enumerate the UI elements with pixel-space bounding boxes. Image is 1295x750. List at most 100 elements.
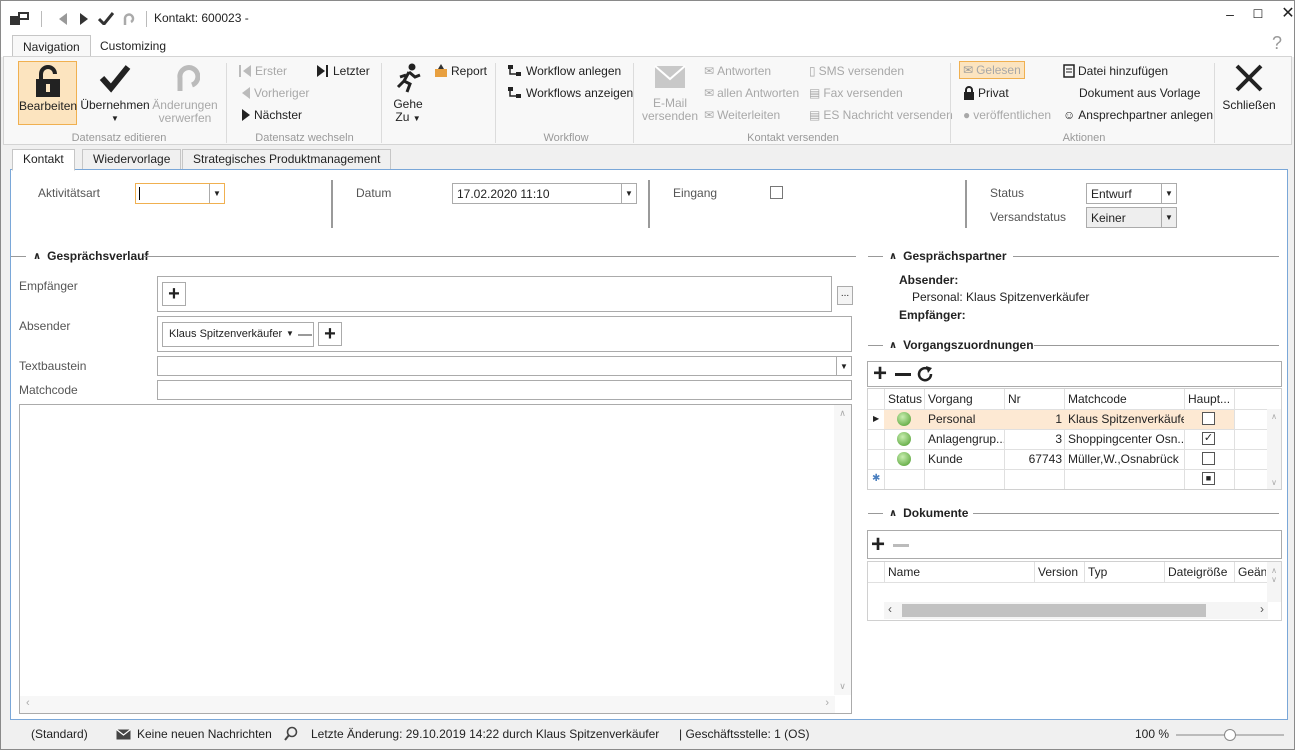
add-absender-button[interactable]: + bbox=[318, 322, 342, 346]
eingang-checkbox[interactable] bbox=[770, 186, 783, 199]
chevron-down-icon[interactable]: ▼ bbox=[209, 184, 224, 203]
scroll-down-icon[interactable]: ∨ bbox=[834, 681, 851, 692]
scroll-up-icon[interactable]: ∧ bbox=[1267, 412, 1281, 421]
vorgangszuordnungen-header[interactable]: ∧ Vorgangszuordnungen bbox=[889, 338, 1034, 352]
scroll-thumb[interactable] bbox=[902, 604, 1206, 617]
gespraechsverlauf-text-editor[interactable]: ∧ ∨ ‹ › bbox=[19, 404, 852, 714]
status-combo[interactable]: Entwurf ▼ bbox=[1086, 183, 1177, 204]
matchcode-input[interactable] bbox=[157, 380, 852, 400]
scroll-right-icon[interactable]: › bbox=[1260, 602, 1264, 616]
cell-vorgang[interactable]: Anlagengrup... bbox=[924, 429, 1004, 449]
report-button[interactable]: Report bbox=[434, 64, 487, 78]
uebernehmen-button[interactable]: Übernehmen ▼ bbox=[80, 63, 150, 125]
remove-absender-icon[interactable] bbox=[298, 334, 312, 336]
dokument-aus-vorlage-button[interactable]: Dokument aus Vorlage bbox=[1079, 86, 1200, 100]
column-header-vorgang[interactable]: Vorgang bbox=[924, 389, 1004, 409]
cell-nr[interactable]: 3 bbox=[1004, 429, 1062, 449]
haupt-checkbox[interactable] bbox=[1202, 412, 1215, 425]
workflow-anlegen-button[interactable]: Workflow anlegen bbox=[507, 64, 621, 78]
empfaenger-browse-button[interactable]: ... bbox=[837, 286, 853, 305]
column-header-dateigroesse[interactable]: Dateigröße bbox=[1164, 562, 1234, 582]
tab-navigation[interactable]: Navigation bbox=[12, 35, 91, 58]
chevron-down-icon[interactable]: ▼ bbox=[286, 329, 294, 338]
letzter-button[interactable]: Letzter bbox=[316, 64, 370, 78]
empfaenger-field[interactable]: + bbox=[157, 276, 832, 312]
scroll-up-icon[interactable]: ∧ bbox=[834, 408, 851, 419]
bearbeiten-button[interactable]: Bearbeiten bbox=[18, 61, 77, 125]
privat-button[interactable]: Privat bbox=[963, 86, 1009, 100]
sms-versenden-button[interactable]: ▯ SMS versenden bbox=[809, 64, 904, 78]
horizontal-scrollbar[interactable]: ‹ › bbox=[20, 696, 835, 713]
vorheriger-button[interactable]: Vorheriger bbox=[241, 86, 309, 100]
maximize-button[interactable]: ☐ bbox=[1244, 4, 1272, 24]
dokumente-header[interactable]: ∧ Dokumente bbox=[889, 506, 968, 520]
haupt-checkbox[interactable] bbox=[1202, 452, 1215, 465]
column-header-status[interactable]: Status bbox=[884, 389, 924, 409]
chevron-down-icon[interactable]: ▼ bbox=[621, 184, 636, 203]
chevron-down-icon[interactable]: ▼ bbox=[836, 357, 851, 375]
column-header-nr[interactable]: Nr bbox=[1004, 389, 1064, 409]
chevron-down-icon[interactable]: ▼ bbox=[1161, 184, 1176, 203]
horizontal-scrollbar[interactable]: ‹ › bbox=[884, 602, 1268, 619]
zoom-slider[interactable] bbox=[1176, 729, 1284, 741]
undo-icon[interactable] bbox=[121, 12, 135, 26]
zoom-slider-thumb[interactable] bbox=[1224, 729, 1236, 741]
haupt-checkbox-new[interactable]: ■ bbox=[1202, 472, 1215, 485]
minimize-button[interactable]: – bbox=[1216, 4, 1244, 24]
gehe-zu-button[interactable]: Gehe Zu ▼ bbox=[390, 63, 426, 125]
aktivitaetsart-combo[interactable]: ▼ bbox=[135, 183, 225, 204]
remove-vorgang-icon[interactable] bbox=[895, 373, 911, 376]
scroll-down-icon[interactable]: ∨ bbox=[1267, 478, 1281, 487]
textbaustein-combo[interactable]: ▼ bbox=[157, 356, 852, 376]
fax-versenden-button[interactable]: ▤ Fax versenden bbox=[809, 86, 903, 100]
help-icon[interactable]: ? bbox=[1272, 33, 1282, 54]
column-header-matchcode[interactable]: Matchcode bbox=[1064, 389, 1184, 409]
column-header-haupt[interactable]: Haupt... bbox=[1184, 389, 1234, 409]
scroll-up-icon[interactable]: ∧ bbox=[1267, 566, 1281, 575]
remove-dokument-icon[interactable] bbox=[893, 544, 909, 547]
add-dokument-icon[interactable]: + bbox=[871, 531, 885, 559]
weiterleiten-button[interactable]: ✉ Weiterleiten bbox=[704, 108, 780, 122]
antworten-button[interactable]: ✉ Antworten bbox=[704, 64, 771, 78]
column-header-typ[interactable]: Typ bbox=[1084, 562, 1164, 582]
column-header-version[interactable]: Version bbox=[1034, 562, 1084, 582]
versandstatus-combo[interactable]: Keiner ▼ bbox=[1086, 207, 1177, 228]
check-icon[interactable] bbox=[98, 12, 114, 25]
vertical-scrollbar[interactable]: ∧ ∨ bbox=[1267, 562, 1281, 602]
scroll-down-icon[interactable]: ∨ bbox=[1267, 575, 1281, 584]
email-versenden-button[interactable]: E-Mail versenden bbox=[640, 63, 700, 123]
tab-customizing[interactable]: Customizing bbox=[90, 35, 176, 58]
ansprechpartner-anlegen-button[interactable]: ☺ Ansprechpartner anlegen bbox=[1063, 108, 1213, 122]
scroll-left-icon[interactable]: ‹ bbox=[26, 697, 30, 709]
scroll-right-icon[interactable]: › bbox=[825, 697, 829, 709]
tab-strategisches-produktmanagement[interactable]: Strategisches Produktmanagement bbox=[182, 149, 392, 170]
veroeffentlichen-button[interactable]: ● veröffentlichen bbox=[963, 108, 1051, 122]
allen-antworten-button[interactable]: ✉ allen Antworten bbox=[704, 86, 799, 100]
close-window-button[interactable]: ✕ bbox=[1274, 4, 1295, 24]
workflows-anzeigen-button[interactable]: Workflows anzeigen bbox=[507, 86, 633, 100]
gelesen-button[interactable]: ✉ Gelesen bbox=[959, 61, 1025, 79]
vertical-scrollbar[interactable]: ∧ ∨ bbox=[834, 405, 851, 695]
cell-matchcode[interactable]: Müller,W.,Osnabrück bbox=[1064, 449, 1184, 469]
scroll-left-icon[interactable]: ‹ bbox=[888, 602, 892, 616]
absender-chip[interactable]: Klaus Spitzenverkäufer ▼ bbox=[162, 322, 314, 347]
schliessen-button[interactable]: Schließen bbox=[1221, 63, 1277, 112]
search-icon[interactable] bbox=[284, 726, 298, 741]
haupt-checkbox-checked[interactable]: ✓ bbox=[1202, 432, 1215, 445]
column-header-name[interactable]: Name bbox=[884, 562, 1034, 582]
cell-nr[interactable]: 1 bbox=[1004, 409, 1062, 429]
datei-hinzufuegen-button[interactable]: Datei hinzufügen bbox=[1063, 64, 1168, 78]
es-nachricht-versenden-button[interactable]: ▤ ES Nachricht versenden bbox=[809, 108, 953, 122]
cell-vorgang[interactable]: Personal bbox=[924, 409, 1004, 429]
column-header-geaendert[interactable]: Geän bbox=[1234, 562, 1266, 582]
cell-matchcode[interactable]: Klaus Spitzenverkäufer bbox=[1064, 409, 1184, 429]
back-icon[interactable] bbox=[58, 13, 68, 25]
status-nachrichten[interactable]: Keine neuen Nachrichten bbox=[137, 727, 272, 741]
forward-icon[interactable] bbox=[79, 13, 89, 25]
datum-picker[interactable]: 17.02.2020 11:10 ▼ bbox=[452, 183, 637, 204]
absender-field[interactable]: Klaus Spitzenverkäufer ▼ + bbox=[157, 316, 852, 352]
cell-vorgang[interactable]: Kunde bbox=[924, 449, 1004, 469]
add-vorgang-icon[interactable]: + bbox=[873, 360, 887, 388]
erster-button[interactable]: Erster bbox=[238, 64, 287, 78]
tab-wiedervorlage[interactable]: Wiedervorlage bbox=[82, 149, 182, 170]
